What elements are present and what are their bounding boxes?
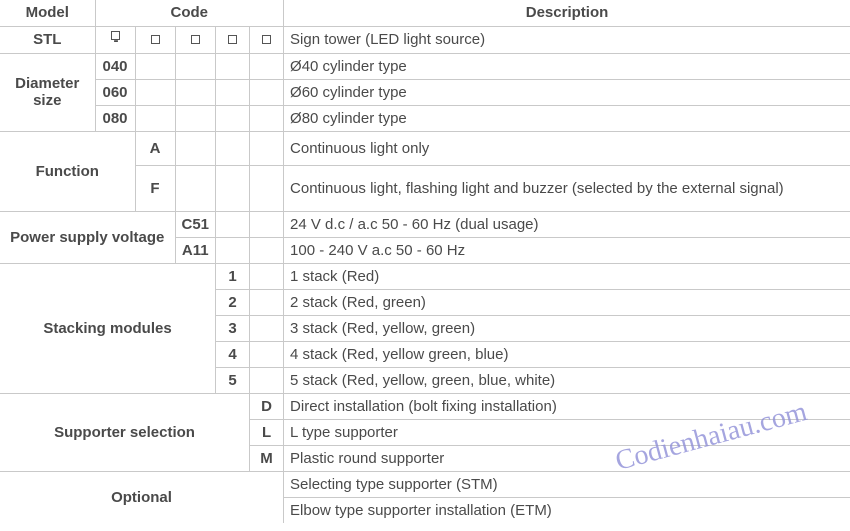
desc-opt-1: Selecting type supporter (STM) [284,471,850,497]
placeholder-icon [216,26,250,53]
code-supp-d: D [250,393,284,419]
desc-stack-3: 3 stack (Red, yellow, green) [284,315,850,341]
desc-080: Ø80 cylinder type [284,105,850,131]
desc-stack-5: 5 stack (Red, yellow, green, blue, white… [284,367,850,393]
placeholder-icon [175,26,216,53]
desc-stl: Sign tower (LED light source) [284,26,850,53]
label-optional: Optional [0,471,284,523]
row-diam-040: Diameter size 040 Ø40 cylinder type [0,53,850,79]
row-psv-c51: Power supply voltage C51 24 V d.c / a.c … [0,211,850,237]
row-diam-080: 080 Ø80 cylinder type [0,105,850,131]
desc-supp-d: Direct installation (bolt fixing install… [284,393,850,419]
label-supporter: Supporter selection [0,393,250,471]
desc-supp-l: L type supporter [284,419,850,445]
row-stl: STL Sign tower (LED light source) [0,26,850,53]
desc-stack-1: 1 stack (Red) [284,263,850,289]
code-060: 060 [95,79,135,105]
header-code: Code [95,0,284,26]
code-c51: C51 [175,211,216,237]
desc-stack-2: 2 stack (Red, green) [284,289,850,315]
header-description: Description [284,0,850,26]
label-stack: Stacking modules [0,263,216,393]
code-supp-m: M [250,445,284,471]
square-icon [228,35,237,44]
square-dash-icon [111,31,120,40]
code-a11: A11 [175,237,216,263]
square-icon [151,35,160,44]
row-stack-1: Stacking modules 1 1 stack (Red) [0,263,850,289]
desc-060: Ø60 cylinder type [284,79,850,105]
desc-stack-4: 4 stack (Red, yellow green, blue) [284,341,850,367]
square-icon [262,35,271,44]
code-stack-1: 1 [216,263,250,289]
row-diam-060: 060 Ø60 cylinder type [0,79,850,105]
ordering-code-table: Model Code Description STL Sign tower (L… [0,0,850,523]
code-stack-5: 5 [216,367,250,393]
code-040: 040 [95,53,135,79]
desc-func-f: Continuous light, flashing light and buz… [284,165,850,211]
code-supp-l: L [250,419,284,445]
desc-a11: 100 - 240 V a.c 50 - 60 Hz [284,237,850,263]
desc-supp-m: Plastic round supporter [284,445,850,471]
label-diameter: Diameter size [0,53,95,131]
row-opt-1: Optional Selecting type supporter (STM) [0,471,850,497]
header-model: Model [0,0,95,26]
code-func-f: F [135,165,175,211]
label-psv: Power supply voltage [0,211,175,263]
code-func-a: A [135,131,175,165]
desc-c51: 24 V d.c / a.c 50 - 60 Hz (dual usage) [284,211,850,237]
placeholder-icon [95,26,135,53]
desc-opt-2: Elbow type supporter installation (ETM) [284,497,850,523]
code-stack-4: 4 [216,341,250,367]
table-header-row: Model Code Description [0,0,850,26]
code-stack-2: 2 [216,289,250,315]
row-supp-d: Supporter selection D Direct installatio… [0,393,850,419]
label-stl: STL [0,26,95,53]
code-080: 080 [95,105,135,131]
row-func-a: Function A Continuous light only [0,131,850,165]
square-icon [191,35,200,44]
desc-func-a: Continuous light only [284,131,850,165]
placeholder-icon [135,26,175,53]
code-stack-3: 3 [216,315,250,341]
label-function: Function [0,131,135,211]
placeholder-icon [250,26,284,53]
desc-040: Ø40 cylinder type [284,53,850,79]
